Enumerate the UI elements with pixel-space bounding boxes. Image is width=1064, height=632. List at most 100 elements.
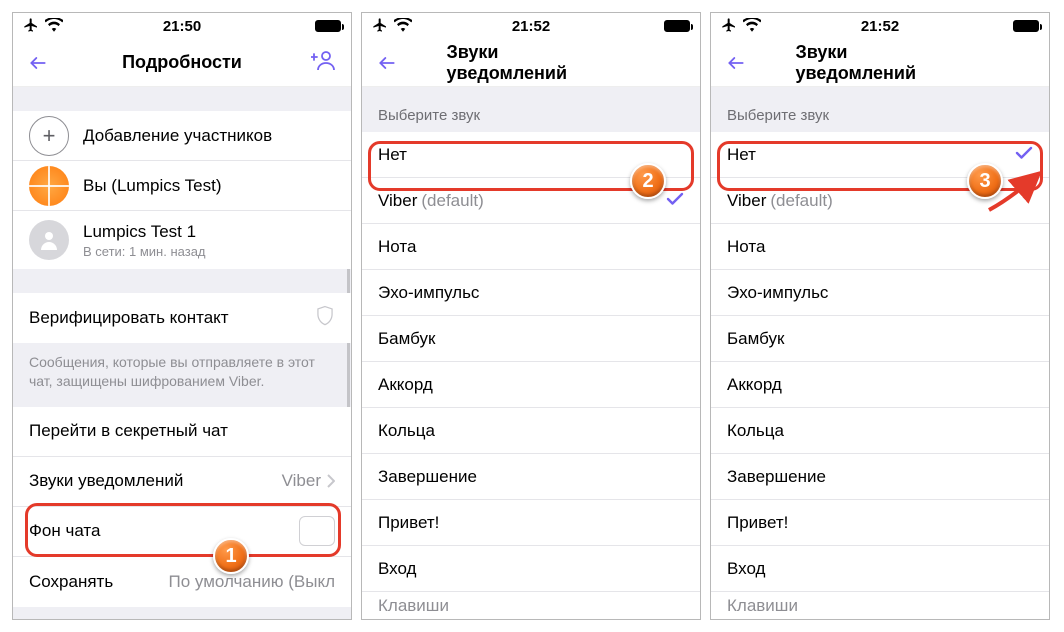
chevron-right-icon [327,474,335,488]
sound-option[interactable]: Привет! [711,500,1049,546]
sound-option[interactable]: Привет! [362,500,700,546]
sound-option-label: Нота [727,237,765,257]
plus-icon: + [29,116,69,156]
add-participants-row[interactable]: + Добавление участников [13,111,351,161]
page-title: Подробности [122,52,242,73]
chat-background-row[interactable]: Фон чата [13,507,351,557]
status-time: 21:52 [861,18,899,35]
battery-icon [315,20,341,32]
shield-icon [315,305,335,332]
you-label: Вы (Lumpics Test) [83,176,222,196]
sound-option-label: Эхо-импульс [378,283,479,303]
callout-badge-3: 3 [967,163,1003,199]
sound-option[interactable]: Эхо-импульс [711,270,1049,316]
nav-bar: Подробности [13,39,351,87]
sound-option-label: Эхо-импульс [727,283,828,303]
encryption-note: Сообщения, которые вы отправляете в этот… [13,343,351,407]
sound-option[interactable]: Вход [711,546,1049,592]
sound-option-label: Нет [727,145,756,165]
you-row[interactable]: Вы (Lumpics Test) [13,161,351,211]
sound-option[interactable]: Вход [362,546,700,592]
section-header: Выберите звук [711,87,1049,132]
airplane-icon [23,17,39,36]
sound-option-label: Viber [727,191,766,211]
sound-option-label: Нет [378,145,407,165]
secret-chat-row[interactable]: Перейти в секретный чат [13,407,351,457]
member-status: В сети: 1 мин. назад [83,244,206,259]
sound-list-2: Нет Viber (default) Нота Эхо-импульс Бамбук А… [362,132,700,619]
sound-option-label: Завершение [378,467,477,487]
back-arrow-icon[interactable] [376,53,398,73]
sound-option-label: Вход [727,559,765,579]
phone-screen-3: 21:52 Звуки уведомлений Выберите звук Не… [710,12,1050,620]
verify-contact-row[interactable]: Верифицировать контакт [13,293,351,343]
section-header: Выберите звук [362,87,700,132]
wifi-icon [394,18,412,35]
content-area: + Добавление участников Вы (Lumpics Test… [13,87,351,619]
sound-option[interactable]: Клавиши [711,592,1049,619]
sound-option-label: Бамбук [727,329,784,349]
phone-screen-1: 21:50 Подробности + Добавление участнико… [12,12,352,620]
sound-option[interactable]: Аккорд [711,362,1049,408]
nav-bar: Звуки уведомлений [711,39,1049,87]
sound-option-label: Аккорд [727,375,782,395]
chat-bg-swatch [299,516,335,546]
sound-option[interactable]: Бамбук [362,316,700,362]
page-title: Звуки уведомлений [447,42,616,84]
battery-icon [664,20,690,32]
notification-sounds-label: Звуки уведомлений [29,471,183,491]
sound-option-label: Кольца [727,421,784,441]
wifi-icon [743,18,761,35]
sound-option-label: Кольца [378,421,435,441]
notification-sounds-row[interactable]: Звуки уведомлений Viber [13,457,351,507]
verify-contact-label: Верифицировать контакт [29,308,229,328]
sound-option[interactable]: Аккорд [362,362,700,408]
status-bar: 21:52 [711,13,1049,39]
nav-bar: Звуки уведомлений [362,39,700,87]
back-arrow-icon[interactable] [725,53,747,73]
sound-option-label: Аккорд [378,375,433,395]
sound-option[interactable]: Завершение [711,454,1049,500]
save-label: Сохранять [29,572,113,592]
sound-option-label: Бамбук [378,329,435,349]
sound-option[interactable]: Эхо-импульс [362,270,700,316]
member-name: Lumpics Test 1 [83,222,206,242]
sound-option-label: Привет! [727,513,788,533]
member-row[interactable]: Lumpics Test 1 В сети: 1 мин. назад [13,211,351,269]
check-icon [1015,145,1033,165]
page-title: Звуки уведомлений [796,42,965,84]
sound-option-label: Viber [378,191,417,211]
chat-background-label: Фон чата [29,521,100,541]
battery-icon [1013,20,1039,32]
sound-option-label: Завершение [727,467,826,487]
sound-option[interactable]: Кольца [362,408,700,454]
sound-list-3: Нет Viber (default) Нота Эхо-импульс Бамбук А… [711,132,1049,619]
sound-option[interactable]: Кольца [711,408,1049,454]
sound-option-label: Клавиши [378,596,449,616]
sound-option[interactable]: Клавиши [362,592,700,619]
sound-option[interactable]: Нота [362,224,700,270]
wifi-icon [45,18,63,35]
default-suffix: (default) [770,191,832,211]
add-participants-label: Добавление участников [83,126,272,146]
status-time: 21:50 [163,18,201,35]
phone-screen-2: 21:52 Звуки уведомлений Выберите звук Не… [361,12,701,620]
add-person-icon[interactable] [311,49,337,76]
avatar-you [29,166,69,206]
status-time: 21:52 [512,18,550,35]
check-icon [666,191,684,211]
default-suffix: (default) [421,191,483,211]
sound-option-label: Привет! [378,513,439,533]
sound-option[interactable]: Нота [711,224,1049,270]
secret-chat-label: Перейти в секретный чат [29,421,228,441]
sound-option[interactable]: Бамбук [711,316,1049,362]
sound-option-label: Вход [378,559,416,579]
sound-option-label: Нота [378,237,416,257]
sound-option[interactable]: Завершение [362,454,700,500]
status-bar: 21:52 [362,13,700,39]
status-bar: 21:50 [13,13,351,39]
save-row[interactable]: Сохранять По умолчанию (Выкл [13,557,351,607]
save-value: По умолчанию (Выкл [169,572,335,592]
airplane-icon [721,17,737,36]
back-arrow-icon[interactable] [27,53,49,73]
